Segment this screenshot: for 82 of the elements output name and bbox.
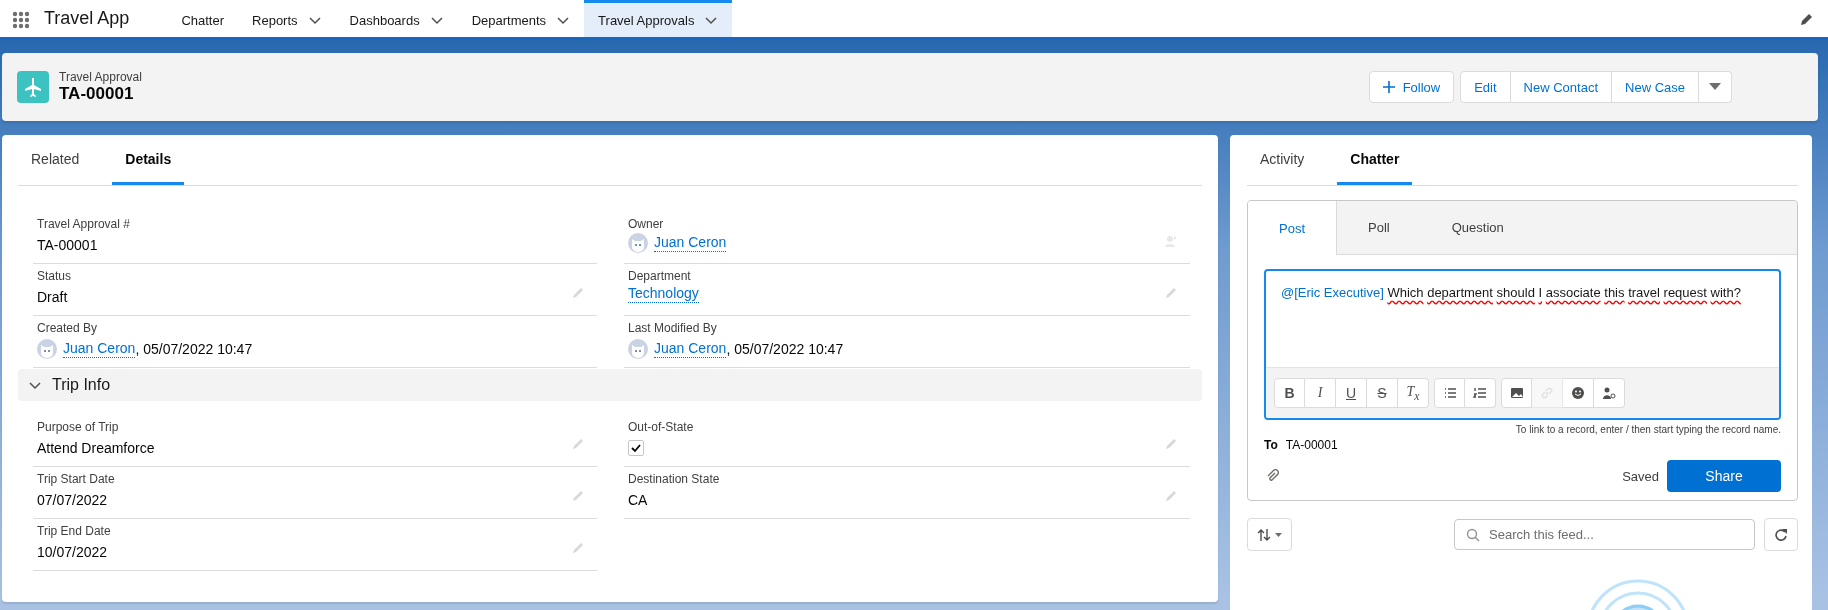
field-value: TA-00001 [37,236,98,255]
action-button[interactable]: New Case [1612,71,1699,103]
refresh-icon [1774,527,1788,542]
nav-tab[interactable]: Travel Approvals [584,0,733,37]
paperclip-icon[interactable] [1266,469,1280,483]
publisher-tab[interactable]: Poll [1337,201,1421,254]
bulleted-list-icon [1442,386,1457,400]
field-value: , 05/07/2022 10:47 [135,340,253,359]
underline-button[interactable]: U [1336,378,1367,408]
caret-icon [1709,83,1721,91]
nav-tab[interactable]: Departments [457,0,585,37]
nav-tab[interactable]: Dashboards [335,0,458,37]
action-button[interactable]: New Contact [1510,71,1613,103]
field-value: 07/07/2022 [37,491,108,510]
user-link[interactable]: Juan Ceron [654,234,727,252]
record-link[interactable]: Technology [628,285,699,303]
post-text[interactable]: @[Eric Executive] Which department should I associate this travel request with? [1266,271,1779,367]
follow-button[interactable]: Follow [1368,71,1455,103]
sort-button[interactable] [1247,518,1292,551]
emoji-icon [1571,386,1585,400]
image-button[interactable] [1501,378,1532,408]
emoji-button[interactable] [1563,378,1594,408]
to-label: To [1264,438,1278,452]
app-name: Travel App [44,7,131,30]
record-title: TA-00001 [59,84,135,104]
plus-icon [1382,81,1395,93]
numbered-list-icon [1473,386,1487,400]
save-status: Saved [1622,468,1659,484]
field-label: Created By [37,320,99,337]
section-title: Trip Info [52,376,111,394]
caret-icon [1275,532,1282,537]
mention-button[interactable] [1594,378,1625,408]
more-actions-button[interactable] [1699,71,1732,103]
app-launcher-icon[interactable] [12,11,30,29]
field-value: , 05/07/2022 10:47 [726,340,844,359]
strikethrough-button[interactable]: S [1367,378,1398,408]
avatar-icon [37,339,57,359]
refresh-button[interactable] [1764,518,1798,551]
link-icon [1540,386,1554,400]
avatar-icon [628,233,648,253]
post-editor[interactable]: @[Eric Executive] Which department should I associate this travel request with? B I U S T$_{x}$ [1264,269,1781,420]
search-icon [1466,528,1480,542]
search-field[interactable]: Search this feed... [1454,519,1755,550]
publisher-tab[interactable]: Post [1248,201,1337,255]
pencil-icon[interactable] [1800,12,1814,26]
field-value: Draft [37,288,68,307]
hint-text: To link to a record, enter / then start typing the record name. [1514,424,1781,435]
field-value: Attend Dreamforce [37,439,155,458]
nav-tab[interactable]: Reports [238,0,336,37]
nav-tab[interactable]: Chatter [167,0,239,37]
airplane-icon [17,71,49,103]
numbered-list-button[interactable] [1465,378,1496,408]
avatar-icon [628,339,648,359]
field-label: Status [37,268,73,285]
bulleted-list-button[interactable] [1434,378,1465,408]
to-value: TA-00001 [1285,438,1338,452]
field-label: Travel Approval # [37,216,131,233]
field-label: Owner [628,216,665,233]
field-value: CA [628,491,648,510]
mention-icon [1602,386,1616,400]
panel-tab[interactable]: Activity [1247,135,1318,185]
field-label: Trip End Date [37,523,112,540]
field-value: 10/07/2022 [37,543,108,562]
field-label: Last Modified By [628,320,718,337]
share-button[interactable]: Share [1667,460,1781,492]
record-tab[interactable]: Details [112,135,185,185]
record-tab[interactable]: Related [18,135,93,185]
object-type: Travel Approval [59,70,142,84]
bold-button[interactable]: B [1274,378,1305,408]
section-header[interactable]: Trip Info [18,369,1202,401]
field-label: Department [628,268,692,285]
clear-format-button[interactable]: T$_{x}$ [1398,378,1429,408]
field-label: Purpose of Trip [37,419,120,436]
action-button[interactable]: Edit [1460,71,1511,103]
panel-tab[interactable]: Chatter [1337,135,1413,185]
image-icon [1509,386,1524,400]
sort-icon [1257,527,1271,542]
field-label: Trip Start Date [37,471,116,488]
italic-button[interactable]: I [1305,378,1336,408]
publisher-tab[interactable]: Question [1420,201,1535,254]
field-label: Out-of-State [628,419,695,436]
field-label: Destination State [628,471,721,488]
